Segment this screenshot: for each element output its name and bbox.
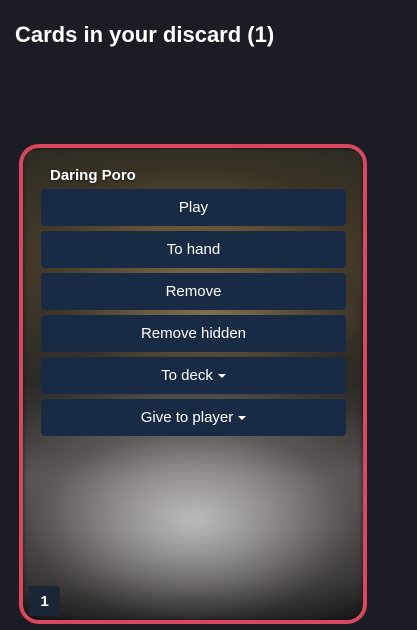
remove-button-label: Remove bbox=[165, 283, 222, 300]
card-count-badge: 1 bbox=[29, 586, 60, 616]
remove-hidden-button[interactable]: Remove hidden bbox=[41, 315, 346, 352]
remove-button[interactable]: Remove bbox=[41, 273, 346, 310]
to-hand-button[interactable]: To hand bbox=[41, 231, 346, 268]
card-action-menu: Play To hand Remove Remove hidden To dec… bbox=[41, 189, 346, 441]
to-deck-dropdown-button[interactable]: To deck bbox=[41, 357, 346, 394]
page-title: Cards in your discard (1) bbox=[15, 22, 275, 47]
caret-down-icon bbox=[217, 373, 226, 378]
give-to-player-button-label: Give to player bbox=[140, 409, 234, 426]
to-hand-button-label: To hand bbox=[166, 241, 221, 258]
to-deck-button-label: To deck bbox=[161, 367, 213, 384]
discard-page: Cards in your discard (1) Daring Poro Pl… bbox=[0, 0, 417, 630]
play-button-label: Play bbox=[178, 199, 209, 216]
remove-hidden-button-label: Remove hidden bbox=[140, 325, 247, 342]
discard-card[interactable]: Daring Poro Play To hand Remove Remove h… bbox=[19, 144, 367, 624]
play-button[interactable]: Play bbox=[41, 189, 346, 226]
give-to-player-dropdown-button[interactable]: Give to player bbox=[41, 399, 346, 436]
caret-down-icon bbox=[238, 415, 247, 420]
card-name: Daring Poro bbox=[50, 167, 136, 184]
